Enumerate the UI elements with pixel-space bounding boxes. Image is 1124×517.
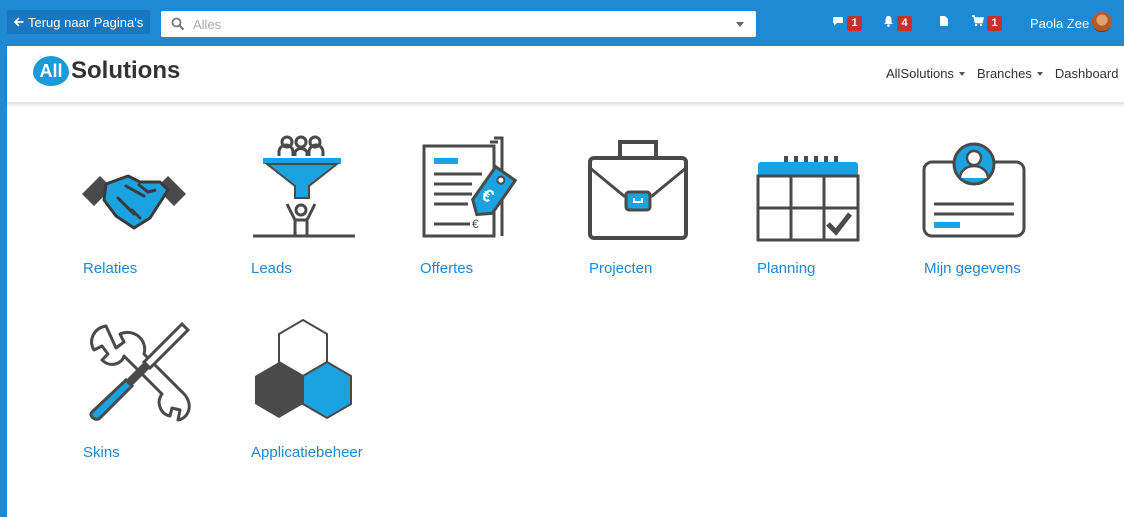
- logo-mark: All: [33, 56, 69, 86]
- user-avatar[interactable]: [1092, 12, 1112, 32]
- nav-allsolutions[interactable]: AllSolutions: [886, 66, 965, 81]
- messages-button[interactable]: 1: [832, 14, 862, 32]
- tile-label: Relaties: [83, 260, 138, 277]
- messages-badge: 1: [847, 15, 862, 31]
- search-input[interactable]: [185, 12, 736, 36]
- allsolutions-logo[interactable]: All Solutions: [33, 56, 180, 86]
- documents-button[interactable]: [939, 14, 949, 32]
- left-accent-bar: [0, 0, 7, 517]
- tile-applicatiebeheer[interactable]: Applicatiebeheer: [243, 316, 373, 466]
- main-nav: AllSolutions Branches Dashboard: [886, 66, 1118, 81]
- cart-badge: 1: [987, 15, 1002, 31]
- back-label: Terug naar Pagina's: [28, 14, 144, 30]
- chat-icon: [832, 14, 844, 32]
- handshake-icon: [76, 132, 206, 248]
- cart-icon: [971, 14, 984, 32]
- caret-down-icon: [1036, 71, 1043, 76]
- tile-label: Projecten: [589, 260, 653, 277]
- cart-button[interactable]: 1: [971, 14, 1002, 32]
- caret-down-icon: [958, 71, 965, 76]
- id-card-icon: [916, 132, 1046, 248]
- hexagons-icon: [243, 316, 373, 432]
- calendar-icon: [748, 132, 878, 248]
- app-header: All Solutions AllSolutions Branches Dash…: [7, 46, 1124, 103]
- notifications-button[interactable]: 4: [883, 14, 912, 32]
- document-icon: [939, 14, 949, 32]
- tile-projecten[interactable]: Projecten: [580, 132, 710, 282]
- notifications-badge: 4: [897, 15, 912, 31]
- search-box[interactable]: [161, 11, 756, 37]
- tile-offertes[interactable]: € € Offertes: [412, 132, 542, 282]
- tile-skins[interactable]: Skins: [76, 316, 206, 466]
- tile-mijn-gegevens[interactable]: Mijn gegevens: [916, 132, 1046, 282]
- tile-relaties[interactable]: Relaties: [76, 132, 206, 282]
- svg-text:€: €: [472, 217, 479, 231]
- quote-document-icon: € €: [412, 132, 542, 248]
- logo-text: Solutions: [71, 57, 181, 84]
- tile-label: Applicatiebeheer: [251, 444, 363, 461]
- tools-icon: [76, 316, 206, 432]
- tile-label: Mijn gegevens: [924, 260, 1021, 277]
- back-to-pages-button[interactable]: Terug naar Pagina's: [7, 10, 151, 34]
- arrow-left-icon: [13, 15, 24, 30]
- nav-label: Branches: [976, 66, 1032, 81]
- briefcase-icon: [580, 132, 710, 248]
- funnel-icon: [243, 132, 373, 248]
- top-bar: Terug naar Pagina's 1 4 1 Paola Zee: [0, 0, 1124, 46]
- tile-label: Leads: [251, 260, 292, 277]
- nav-label: AllSolutions: [886, 66, 954, 81]
- nav-label: Dashboard: [1054, 66, 1119, 81]
- tile-planning[interactable]: Planning: [748, 132, 878, 282]
- bell-icon: [883, 14, 894, 32]
- nav-branches[interactable]: Branches: [977, 66, 1043, 81]
- user-name-link[interactable]: Paola Zee: [1030, 16, 1089, 31]
- tile-label: Offertes: [420, 260, 474, 277]
- search-icon: [171, 17, 185, 31]
- tile-label: Planning: [757, 260, 816, 277]
- nav-dashboard[interactable]: Dashboard: [1055, 66, 1119, 81]
- tile-label: Skins: [83, 444, 120, 461]
- search-dropdown-icon[interactable]: [736, 21, 744, 27]
- tile-leads[interactable]: Leads: [243, 132, 373, 282]
